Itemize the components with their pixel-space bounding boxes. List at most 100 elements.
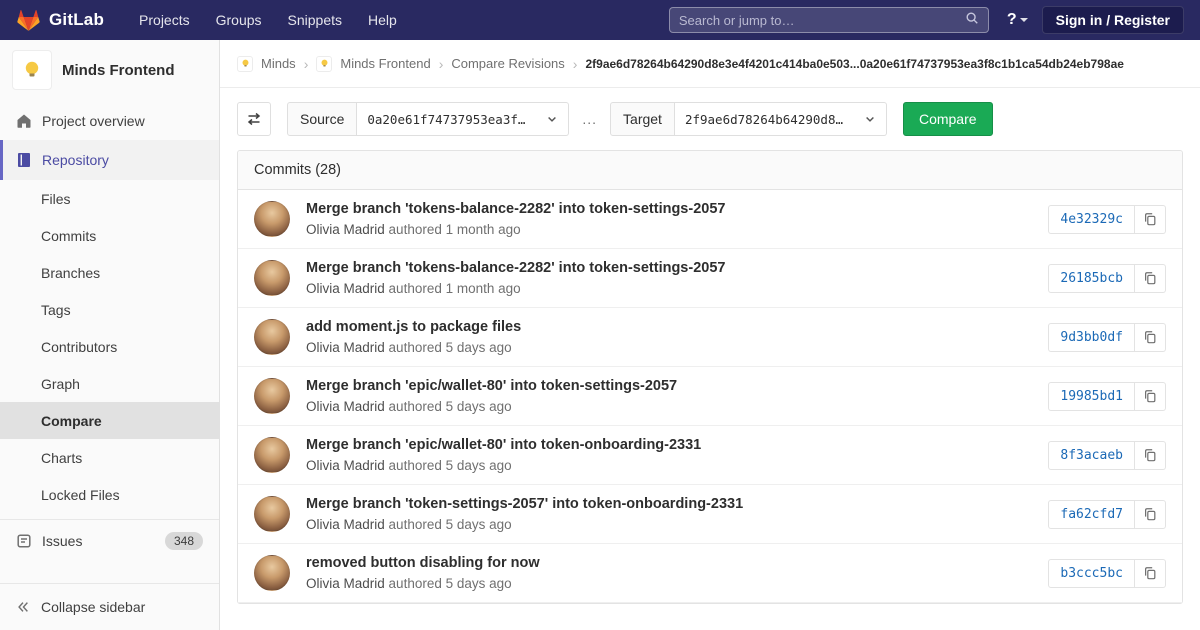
commit-sha-link[interactable]: 4e32329c (1048, 205, 1135, 234)
commit-author-link[interactable]: Olivia Madrid (306, 517, 385, 532)
chevron-right-icon: › (304, 56, 309, 72)
sidebar-subitem[interactable]: Tags (0, 291, 219, 328)
commit-title-link[interactable]: Merge branch 'epic/wallet-80' into token… (306, 437, 1032, 453)
chevron-right-icon: › (573, 56, 578, 72)
commit-time: authored 1 month ago (389, 222, 521, 237)
sidebar-subitem[interactable]: Locked Files (0, 476, 219, 513)
breadcrumb-minds-frontend[interactable]: Minds Frontend (340, 56, 430, 71)
nav-link[interactable]: Groups (203, 0, 275, 40)
chevron-down-icon (1020, 18, 1028, 22)
copy-sha-button[interactable] (1135, 441, 1166, 470)
nav-link[interactable]: Help (355, 0, 410, 40)
breadcrumb: Minds › Minds Frontend › Compare Revisio… (220, 40, 1200, 88)
commit-author-link[interactable]: Olivia Madrid (306, 576, 385, 591)
commit-title-link[interactable]: Merge branch 'token-settings-2057' into … (306, 496, 1032, 512)
nav-link[interactable]: Snippets (275, 0, 355, 40)
commit-title-link[interactable]: Merge branch 'tokens-balance-2282' into … (306, 201, 1032, 217)
sidebar-subitem[interactable]: Graph (0, 365, 219, 402)
commit-title-link[interactable]: removed button disabling for now (306, 555, 1032, 571)
commit-text: Merge branch 'epic/wallet-80' into token… (306, 437, 1048, 473)
chevron-right-icon: › (439, 56, 444, 72)
commit-sha-link[interactable]: b3ccc5bc (1048, 559, 1135, 588)
commit-sha-group: 26185bcb (1048, 264, 1166, 293)
sidebar-item-repository[interactable]: Repository (0, 140, 219, 180)
chevron-down-icon (864, 113, 876, 125)
search-input[interactable] (679, 13, 965, 28)
ellipsis-separator: ... (582, 111, 597, 127)
commit-title-link[interactable]: Merge branch 'epic/wallet-80' into token… (306, 378, 1032, 394)
search-box[interactable] (669, 7, 989, 33)
nav-links: ProjectsGroupsSnippetsHelp (126, 0, 410, 40)
target-ref-dropdown[interactable]: 2f9ae6d78264b64290d8… (675, 102, 887, 136)
commit-sha-link[interactable]: 19985bd1 (1048, 382, 1135, 411)
sidebar-subitem[interactable]: Contributors (0, 328, 219, 365)
compare-form: Source 0a20e61f74737953ea3f… ... Target … (237, 102, 1183, 136)
commit-row: Merge branch 'tokens-balance-2282' into … (238, 190, 1182, 249)
gitlab-logo[interactable]: GitLab (16, 8, 104, 33)
copy-sha-button[interactable] (1135, 264, 1166, 293)
commit-author-link[interactable]: Olivia Madrid (306, 458, 385, 473)
project-avatar (12, 50, 52, 90)
copy-sha-button[interactable] (1135, 382, 1166, 411)
commit-author-link[interactable]: Olivia Madrid (306, 399, 385, 414)
avatar (254, 496, 290, 532)
breadcrumb-revision-range: 2f9ae6d78264b64290d8e3e4f4201c414ba0e503… (585, 57, 1123, 71)
sidebar-subitem[interactable]: Compare (0, 402, 219, 439)
sidebar-subitem[interactable]: Files (0, 180, 219, 217)
commit-row: Merge branch 'epic/wallet-80' into token… (238, 426, 1182, 485)
commit-title-link[interactable]: Merge branch 'tokens-balance-2282' into … (306, 260, 1032, 276)
top-navbar: GitLab ProjectsGroupsSnippetsHelp ? Sign… (0, 0, 1200, 40)
commit-author-link[interactable]: Olivia Madrid (306, 222, 385, 237)
commit-row: removed button disabling for now Olivia … (238, 544, 1182, 603)
copy-icon (1143, 389, 1157, 403)
commit-meta: Olivia Madrid authored 5 days ago (306, 576, 1032, 591)
compare-button[interactable]: Compare (903, 102, 993, 136)
issues-icon (16, 533, 32, 549)
collapse-sidebar-button[interactable]: Collapse sidebar (0, 583, 219, 630)
commit-author-link[interactable]: Olivia Madrid (306, 281, 385, 296)
sidebar-item-issues[interactable]: Issues 348 (0, 520, 219, 562)
minds-avatar (237, 56, 253, 72)
source-ref-dropdown[interactable]: 0a20e61f74737953ea3f… (357, 102, 569, 136)
commit-author-link[interactable]: Olivia Madrid (306, 340, 385, 355)
commit-sha-link[interactable]: fa62cfd7 (1048, 500, 1135, 529)
copy-sha-button[interactable] (1135, 500, 1166, 529)
sidebar-subitem[interactable]: Commits (0, 217, 219, 254)
commit-meta: Olivia Madrid authored 1 month ago (306, 281, 1032, 296)
breadcrumb-minds[interactable]: Minds (261, 56, 296, 71)
lightbulb-icon (20, 58, 44, 82)
commit-sha-group: 9d3bb0df (1048, 323, 1166, 352)
sign-in-button[interactable]: Sign in / Register (1042, 6, 1184, 34)
avatar (254, 260, 290, 296)
commit-sha-link[interactable]: 26185bcb (1048, 264, 1135, 293)
sidebar-subitem[interactable]: Branches (0, 254, 219, 291)
commit-time: authored 5 days ago (389, 458, 512, 473)
copy-sha-button[interactable] (1135, 323, 1166, 352)
commit-sha-link[interactable]: 9d3bb0df (1048, 323, 1135, 352)
copy-sha-button[interactable] (1135, 559, 1166, 588)
commit-time: authored 5 days ago (389, 517, 512, 532)
project-name: Minds Frontend (62, 62, 175, 79)
commit-text: Merge branch 'epic/wallet-80' into token… (306, 378, 1048, 414)
copy-sha-button[interactable] (1135, 205, 1166, 234)
commit-time: authored 5 days ago (389, 340, 512, 355)
commit-time: authored 5 days ago (389, 576, 512, 591)
lightbulb-icon (319, 58, 330, 69)
help-menu[interactable]: ? (1007, 11, 1028, 29)
sidebar-item-project-overview[interactable]: Project overview (0, 102, 219, 140)
commit-title-link[interactable]: add moment.js to package files (306, 319, 1032, 335)
sidebar-subitem[interactable]: Charts (0, 439, 219, 476)
commit-text: Merge branch 'tokens-balance-2282' into … (306, 201, 1048, 237)
issues-count-badge: 348 (165, 532, 203, 550)
copy-icon (1143, 507, 1157, 521)
commit-sha-group: b3ccc5bc (1048, 559, 1166, 588)
nav-link[interactable]: Projects (126, 0, 203, 40)
commit-sha-link[interactable]: 8f3acaeb (1048, 441, 1135, 470)
commit-text: Merge branch 'tokens-balance-2282' into … (306, 260, 1048, 296)
breadcrumb-compare-revisions[interactable]: Compare Revisions (451, 56, 564, 71)
gitlab-app: GitLab ProjectsGroupsSnippetsHelp ? Sign… (0, 0, 1200, 630)
swap-revisions-button[interactable] (237, 102, 271, 136)
commit-text: Merge branch 'token-settings-2057' into … (306, 496, 1048, 532)
project-header[interactable]: Minds Frontend (0, 40, 219, 102)
source-ref-group: Source 0a20e61f74737953ea3f… (287, 102, 569, 136)
